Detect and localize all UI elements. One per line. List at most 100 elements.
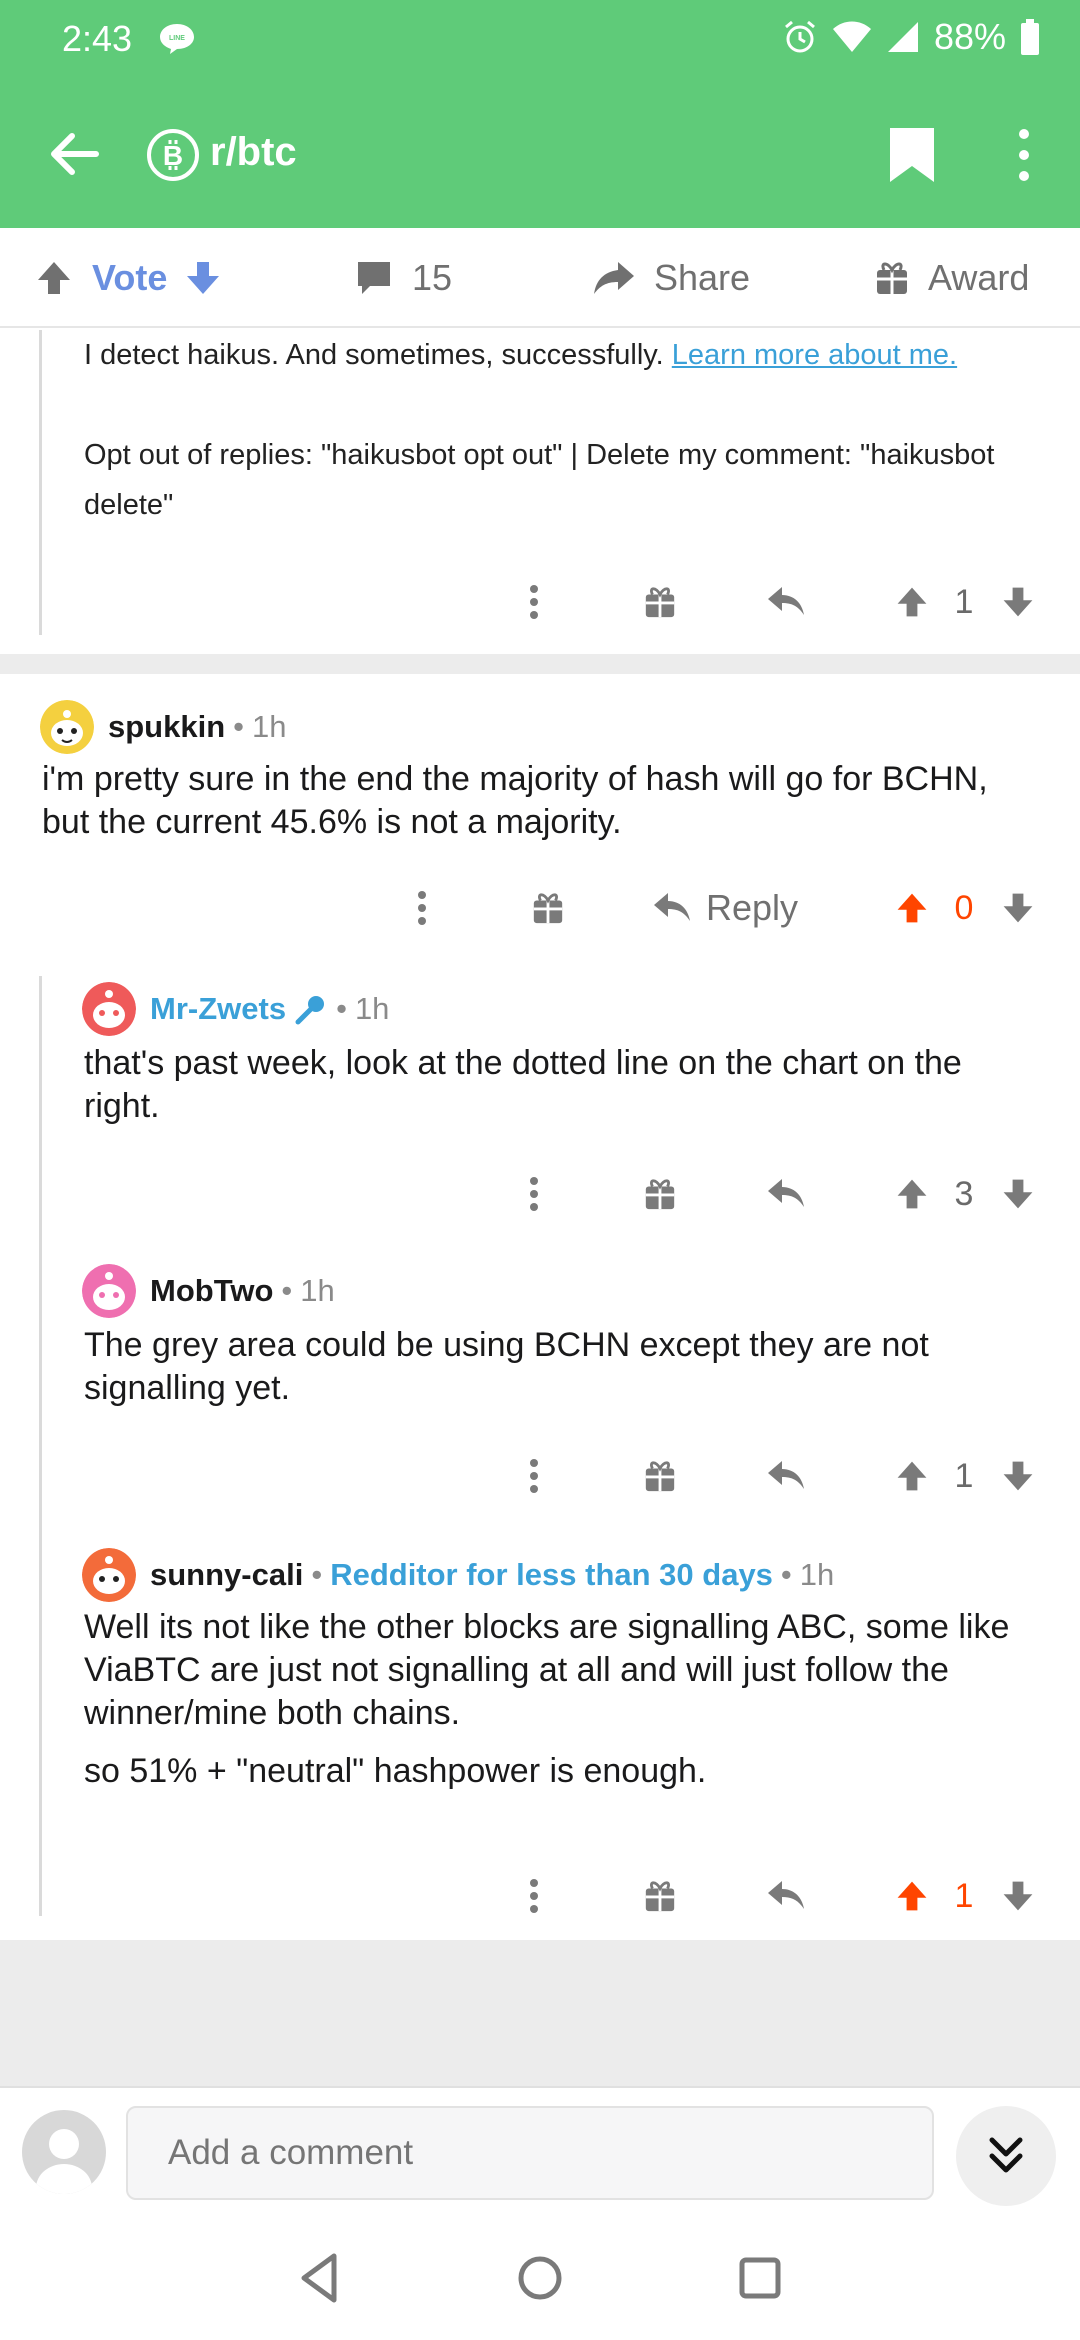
app-bar: B r/btc: [0, 80, 1080, 228]
comment-age: 1h: [252, 709, 287, 744]
bot-comment-text: I detect haikus. And sometimes, successf…: [84, 330, 1044, 380]
upvote-icon[interactable]: [34, 258, 74, 298]
wifi-icon: [832, 21, 871, 52]
comment-body-paragraph: so 51% + "neutral" hashpower is enough.: [84, 1752, 707, 1790]
downvote-icon[interactable]: [996, 1446, 1040, 1506]
award-button[interactable]: Award: [874, 228, 1029, 328]
battery-icon: [1021, 19, 1039, 55]
share-icon: [594, 262, 634, 294]
reply-button[interactable]: Reply: [652, 878, 822, 938]
comment-author[interactable]: MobTwo: [150, 1273, 273, 1309]
gift-icon[interactable]: [638, 572, 682, 632]
nav-back-icon[interactable]: [290, 2248, 350, 2308]
avatar[interactable]: [82, 1264, 136, 1318]
comment-composer: [0, 2086, 1080, 2216]
bitcoin-icon: B: [147, 129, 199, 181]
score: 1: [954, 1456, 974, 1495]
separator-dot: •: [233, 709, 245, 744]
comment-separator: [0, 654, 1080, 674]
reply-icon[interactable]: [764, 1164, 808, 1224]
comment-header: spukkin • 1h: [40, 700, 287, 754]
reply-icon[interactable]: [764, 1446, 808, 1506]
battery-percent: 88%: [933, 16, 1006, 57]
reply-icon[interactable]: [764, 1866, 808, 1926]
learn-more-link[interactable]: Learn more about me.: [672, 339, 957, 371]
comment-body: The grey area could be using BCHN except…: [84, 1326, 929, 1407]
comment-actions: 1: [0, 1866, 1080, 1926]
status-time: 2:43: [62, 18, 133, 59]
downvote-icon[interactable]: [996, 572, 1040, 632]
back-arrow-icon[interactable]: [44, 124, 104, 184]
comment-header: sunny-cali • Redditor for less than 30 d…: [82, 1548, 834, 1602]
gift-icon[interactable]: [638, 1164, 682, 1224]
nav-home-icon[interactable]: [510, 2248, 570, 2308]
user-flair: Redditor for less than 30 days: [330, 1557, 773, 1592]
award-label: Award: [928, 257, 1030, 298]
comment-actions: 3: [0, 1164, 1080, 1224]
upvote-icon[interactable]: [890, 1446, 934, 1506]
score: 1: [954, 582, 974, 621]
upvote-icon[interactable]: [890, 1866, 934, 1926]
reply-label: Reply: [706, 887, 799, 928]
comment-age: 1h: [799, 1557, 835, 1592]
svg-text:B: B: [163, 140, 183, 171]
bot-comment-actions: 1: [0, 572, 1080, 632]
gift-icon[interactable]: [526, 878, 570, 938]
more-options-icon[interactable]: [512, 1866, 556, 1926]
separator-dot: •: [311, 1557, 323, 1592]
upvote-icon[interactable]: [890, 878, 934, 938]
separator-dot: •: [780, 1557, 792, 1592]
system-nav-bar: [0, 2216, 1080, 2340]
thread-end-spacer: [0, 1940, 1080, 2086]
vote-control: Vote: [34, 228, 223, 328]
downvote-icon[interactable]: [183, 258, 223, 298]
reply-icon: [654, 893, 690, 921]
vote-label: Vote: [92, 257, 168, 298]
more-options-icon[interactable]: [1004, 124, 1044, 186]
downvote-icon[interactable]: [996, 1164, 1040, 1224]
bookmark-icon[interactable]: [884, 124, 940, 186]
bot-optout-text: Opt out of replies: "haikusbot opt out" …: [84, 439, 995, 521]
comment-count: 15: [412, 257, 453, 298]
status-bar: 2:43 LINE 88%: [0, 0, 1080, 80]
jump-to-bottom-button[interactable]: [956, 2106, 1056, 2206]
moderator-icon: [295, 996, 325, 1025]
share-button[interactable]: Share: [592, 228, 750, 328]
avatar[interactable]: [82, 982, 136, 1036]
more-options-icon[interactable]: [512, 1164, 556, 1224]
gift-icon: [877, 262, 907, 294]
comments-button[interactable]: 15: [354, 228, 452, 328]
more-options-icon[interactable]: [400, 878, 444, 938]
downvote-icon[interactable]: [996, 878, 1040, 938]
separator-dot: •: [336, 991, 347, 1026]
comment-author[interactable]: sunny-cali: [150, 1557, 303, 1593]
comment-actions: 1: [0, 1446, 1080, 1506]
more-options-icon[interactable]: [512, 572, 556, 632]
comment-input[interactable]: [126, 2106, 934, 2200]
gift-icon[interactable]: [638, 1866, 682, 1926]
avatar[interactable]: [40, 700, 94, 754]
avatar[interactable]: [82, 1548, 136, 1602]
reply-icon[interactable]: [764, 572, 808, 632]
svg-text:LINE: LINE: [169, 35, 185, 42]
comment-body: that's past week, look at the dotted lin…: [84, 1044, 962, 1125]
nav-recents-icon[interactable]: [730, 2248, 790, 2308]
gift-icon[interactable]: [638, 1446, 682, 1506]
line-app-icon: LINE: [160, 24, 194, 54]
signal-icon: [887, 22, 918, 52]
score: 3: [954, 1174, 974, 1213]
downvote-icon[interactable]: [996, 1866, 1040, 1926]
more-options-icon[interactable]: [512, 1446, 556, 1506]
share-label: Share: [654, 257, 751, 298]
comment-author[interactable]: Mr-Zwets: [150, 991, 286, 1027]
comment-age: 1h: [300, 1273, 335, 1308]
upvote-icon[interactable]: [890, 572, 934, 632]
comment-author[interactable]: spukkin: [108, 709, 225, 745]
user-avatar[interactable]: [22, 2110, 106, 2194]
subreddit-title[interactable]: r/btc: [210, 130, 297, 175]
score: 0: [954, 888, 974, 927]
comment-body: Well its not like the other blocks are s…: [84, 1608, 1010, 1732]
upvote-icon[interactable]: [890, 1164, 934, 1224]
post-action-bar: Vote 15 Share Award: [0, 228, 1080, 328]
double-chevron-down-icon: [989, 2137, 1023, 2173]
